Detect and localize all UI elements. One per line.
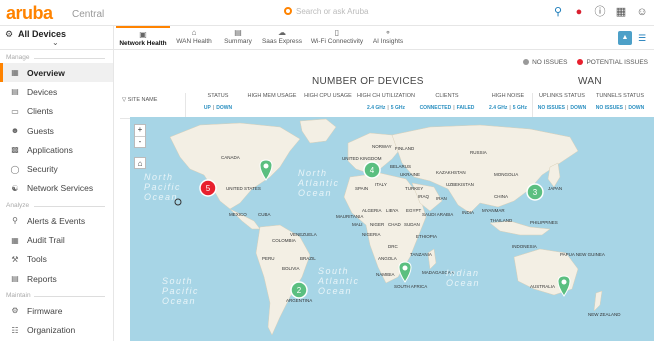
marker-count: 4 [370,166,375,175]
cluster-marker-2[interactable]: 2 [290,281,308,299]
pin-marker-na[interactable] [259,159,273,181]
marker-layer: 5 4 3 2 [174,159,571,299]
cluster-marker-4[interactable]: 4 [363,161,381,179]
cluster-marker-5[interactable]: 5 [199,179,217,197]
marker-count: 2 [297,286,302,295]
pin-marker-africa[interactable] [398,261,412,283]
pin-marker-australia[interactable] [557,275,571,297]
marker-count: 3 [533,188,538,197]
cursor-icon [174,198,182,206]
cluster-marker-3[interactable]: 3 [526,183,544,201]
marker-count: 5 [206,184,211,193]
